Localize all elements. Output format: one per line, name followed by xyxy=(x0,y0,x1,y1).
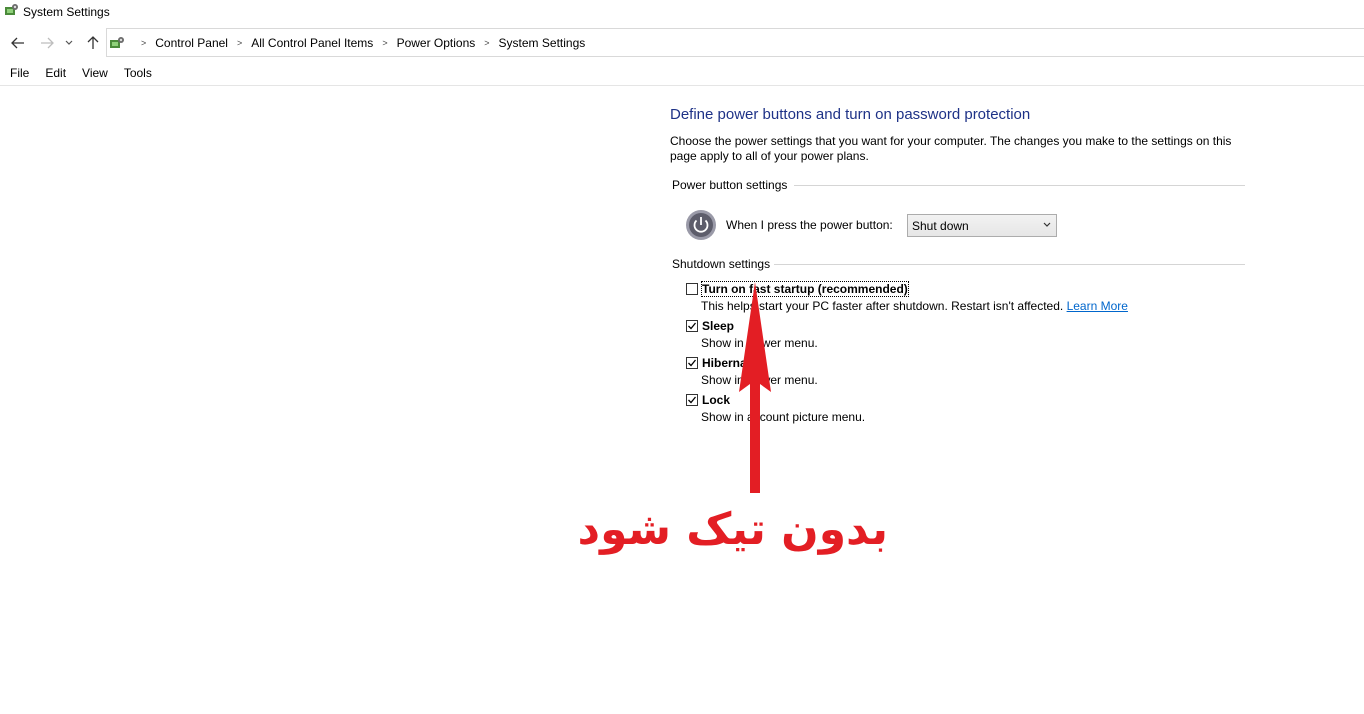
group-divider xyxy=(794,185,1245,186)
chevron-right-icon: > xyxy=(141,38,147,48)
fast-startup-label[interactable]: Turn on fast startup (recommended) xyxy=(701,281,909,297)
menu-bar: File Edit View Tools xyxy=(0,66,154,84)
chevron-down-icon xyxy=(65,40,73,45)
select-value: Shut down xyxy=(912,219,969,233)
breadcrumb-power-options[interactable]: Power Options xyxy=(397,36,476,50)
breadcrumb: > Control Panel > All Control Panel Item… xyxy=(106,35,585,51)
control-panel-icon xyxy=(5,4,18,15)
control-panel-icon xyxy=(110,37,124,48)
lock-checkbox[interactable] xyxy=(686,394,698,406)
hibernate-checkbox[interactable] xyxy=(686,357,698,369)
chevron-right-icon[interactable]: > xyxy=(237,38,242,48)
shutdown-settings-heading: Shutdown settings xyxy=(672,257,771,271)
arrow-right-icon xyxy=(41,37,54,49)
annotation-text: بدون تیک شود xyxy=(577,504,888,555)
power-button-settings-heading: Power button settings xyxy=(672,178,788,192)
annotation-arrow-icon xyxy=(739,282,771,493)
sleep-label[interactable]: Sleep xyxy=(702,319,734,333)
arrow-left-icon xyxy=(11,37,24,49)
page-description: Choose the power settings that you want … xyxy=(670,134,1232,163)
menu-edit[interactable]: Edit xyxy=(45,66,66,84)
title-bar: System Settings xyxy=(0,0,1364,26)
lock-description: Show in account picture menu. xyxy=(701,410,866,424)
checkmark-icon xyxy=(688,322,697,330)
fast-startup-checkbox[interactable] xyxy=(686,283,698,295)
breadcrumb-all-items[interactable]: All Control Panel Items xyxy=(251,36,373,50)
chevron-right-icon[interactable]: > xyxy=(484,38,489,48)
breadcrumb-control-panel[interactable]: Control Panel xyxy=(155,36,228,50)
menu-tools[interactable]: Tools xyxy=(124,66,152,84)
menu-view[interactable]: View xyxy=(82,66,108,84)
chevron-right-icon[interactable]: > xyxy=(382,38,387,48)
menu-file[interactable]: File xyxy=(10,66,29,84)
recent-locations-button[interactable] xyxy=(63,34,75,52)
chevron-down-icon xyxy=(1043,222,1051,227)
checkmark-icon xyxy=(688,396,697,404)
up-button[interactable] xyxy=(84,34,102,52)
breadcrumb-system-settings[interactable]: System Settings xyxy=(499,36,586,50)
lock-label[interactable]: Lock xyxy=(702,393,730,407)
power-button-action-select[interactable]: Shut down xyxy=(907,214,1057,237)
menu-divider xyxy=(0,85,1364,86)
sleep-checkbox[interactable] xyxy=(686,320,698,332)
forward-button[interactable] xyxy=(38,34,56,52)
power-icon xyxy=(686,210,716,240)
window-title: System Settings xyxy=(23,5,110,19)
power-button-label: When I press the power button: xyxy=(726,218,893,232)
page-title: Define power buttons and turn on passwor… xyxy=(670,106,1031,123)
learn-more-link[interactable]: Learn More xyxy=(1067,299,1128,313)
group-divider xyxy=(774,264,1245,265)
back-button[interactable] xyxy=(9,34,27,52)
arrow-up-icon xyxy=(87,36,99,49)
checkmark-icon xyxy=(688,359,697,367)
